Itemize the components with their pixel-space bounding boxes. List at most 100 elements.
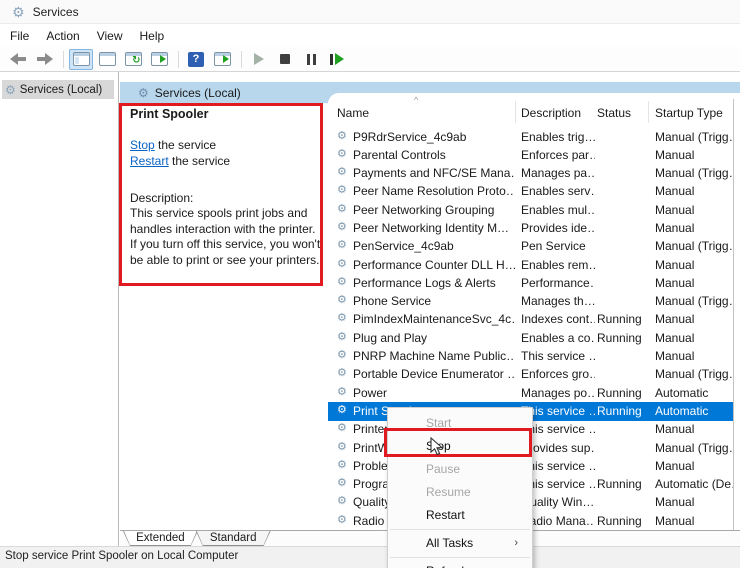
back-button[interactable] (6, 49, 30, 70)
service-startup-cell: Manual (655, 148, 733, 162)
context-menu-item-all-tasks[interactable]: All Tasks› (388, 532, 532, 555)
service-gear-icon: ⚙ (337, 442, 347, 453)
service-startup-cell: Manual (Trigg… (655, 166, 733, 180)
stop-service-button[interactable] (273, 49, 297, 70)
show-console-tree-button[interactable] (69, 49, 93, 70)
service-name-cell: Power (353, 386, 515, 400)
service-name-cell: Peer Networking Identity M… (353, 221, 515, 235)
service-gear-icon: ⚙ (337, 149, 347, 160)
table-row[interactable]: ⚙PowerManages po…RunningAutomatic (328, 384, 733, 402)
service-description-cell: Enforces par… (521, 148, 595, 162)
table-row[interactable]: ⚙Payments and NFC/SE Mana…Manages pa…Man… (328, 165, 733, 183)
tree-item-services-local[interactable]: ⚙ Services (Local) (2, 80, 114, 99)
pause-service-button[interactable] (299, 49, 323, 70)
forward-icon (36, 53, 53, 65)
forward-button[interactable] (32, 49, 56, 70)
service-gear-icon: ⚙ (337, 368, 347, 379)
start-service-button[interactable] (247, 49, 271, 70)
service-gear-icon: ⚙ (337, 405, 347, 416)
restart-link-suffix: the service (169, 154, 230, 168)
service-status-cell: Running (597, 386, 653, 400)
console-tree-panel: ⚙ Services (Local) (0, 72, 119, 546)
service-name-cell: PimIndexMaintenanceSvc_4c… (353, 312, 515, 326)
service-gear-icon: ⚙ (337, 332, 347, 343)
properties-icon (99, 52, 116, 66)
tab-label: Extended (123, 532, 198, 544)
task-pane: Print Spooler Stop the service Restart t… (120, 103, 328, 531)
service-startup-cell: Manual (655, 312, 733, 326)
context-menu-separator (390, 557, 530, 558)
refresh-button[interactable]: ↻ (121, 49, 145, 70)
service-name-cell: Performance Logs & Alerts (353, 276, 515, 290)
menu-action[interactable]: Action (46, 26, 88, 46)
menu-bar: File Action View Help (0, 24, 740, 47)
service-description-cell: Enables rem… (521, 258, 595, 272)
stop-link-suffix: the service (155, 138, 216, 152)
context-menu-item-restart[interactable]: Restart (388, 504, 532, 527)
column-header-name[interactable]: Name (337, 106, 369, 120)
column-header-description[interactable]: Description (521, 106, 581, 120)
tab-standard[interactable]: Standard (196, 531, 271, 546)
service-startup-cell: Automatic (655, 404, 733, 418)
service-description-cell: This service … (521, 349, 595, 363)
show-action-pane-button[interactable] (210, 49, 234, 70)
table-row[interactable]: ⚙Phone ServiceManages th…Manual (Trigg… (328, 293, 733, 311)
table-row[interactable]: ⚙Plug and PlayEnables a co…RunningManual (328, 329, 733, 347)
help-icon: ? (188, 52, 204, 67)
table-row[interactable]: ⚙P9RdrService_4c9abEnables trig…Manual (… (328, 128, 733, 146)
toolbar-separator (241, 51, 242, 68)
table-row[interactable]: ⚙PNRP Machine Name Public…This service …… (328, 348, 733, 366)
service-name-cell: PNRP Machine Name Public… (353, 349, 515, 363)
properties-button[interactable] (95, 49, 119, 70)
service-startup-cell: Manual (655, 184, 733, 198)
menu-file[interactable]: File (10, 26, 38, 46)
service-gear-icon: ⚙ (337, 167, 347, 178)
service-startup-cell: Automatic (De… (655, 477, 733, 491)
context-menu-item-refresh[interactable]: Refresh (388, 560, 532, 568)
table-row[interactable]: ⚙Performance Counter DLL H…Enables rem…M… (328, 256, 733, 274)
menu-help[interactable]: Help (140, 26, 174, 46)
service-gear-icon: ⚙ (337, 259, 347, 270)
stop-service-link[interactable]: Stop (130, 138, 155, 152)
service-gear-icon: ⚙ (337, 423, 347, 434)
help-button[interactable]: ? (184, 49, 208, 70)
table-row[interactable]: ⚙Peer Networking GroupingEnables mul…Man… (328, 201, 733, 219)
service-startup-cell: Manual (Trigg… (655, 239, 733, 253)
service-description-cell: Manages pa… (521, 166, 595, 180)
status-bar: Stop service Print Spooler on Local Comp… (0, 546, 740, 568)
service-startup-cell: Manual (655, 276, 733, 290)
selected-service-name: Print Spooler (130, 107, 208, 121)
mouse-cursor-icon (430, 437, 444, 460)
service-startup-cell: Manual (655, 514, 733, 528)
service-status-cell: Running (597, 477, 653, 491)
table-row[interactable]: ⚙PenService_4c9abPen ServiceManual (Trig… (328, 238, 733, 256)
column-header-status[interactable]: Status (597, 106, 631, 120)
service-description-cell: Manages th… (521, 294, 595, 308)
stop-service-icon (280, 54, 290, 64)
column-header-startup[interactable]: Startup Type (655, 106, 723, 120)
table-row[interactable]: ⚙Performance Logs & AlertsPerformance…Ma… (328, 274, 733, 292)
table-row[interactable]: ⚙Peer Name Resolution Proto…Enables serv… (328, 183, 733, 201)
table-row[interactable]: ⚙Portable Device Enumerator …Enforces gr… (328, 366, 733, 384)
export-list-button[interactable] (147, 49, 171, 70)
table-row[interactable]: ⚙PimIndexMaintenanceSvc_4c…Indexes cont…… (328, 311, 733, 329)
column-gutter-line (733, 99, 734, 531)
service-description-cell: Provides ide… (521, 221, 595, 235)
service-startup-cell: Manual (655, 331, 733, 345)
tab-extended[interactable]: Extended (123, 531, 198, 546)
service-gear-icon: ⚙ (337, 478, 347, 489)
restart-service-button[interactable] (325, 49, 349, 70)
description-label: Description: (130, 191, 193, 205)
toolbar-separator (63, 51, 64, 68)
restart-service-icon (330, 53, 344, 65)
table-row[interactable]: ⚙Parental ControlsEnforces par…Manual (328, 146, 733, 164)
table-row[interactable]: ⚙Peer Networking Identity M…Provides ide… (328, 219, 733, 237)
toolbar-separator (178, 51, 179, 68)
service-description-cell: Enables a co… (521, 331, 595, 345)
pause-service-icon (307, 54, 316, 65)
menu-view[interactable]: View (97, 26, 132, 46)
service-description: This service spools print jobs and handl… (130, 206, 324, 268)
context-menu-item-stop[interactable]: Stop (388, 435, 532, 458)
service-description-cell: Enables serv… (521, 184, 595, 198)
restart-service-link[interactable]: Restart (130, 154, 169, 168)
